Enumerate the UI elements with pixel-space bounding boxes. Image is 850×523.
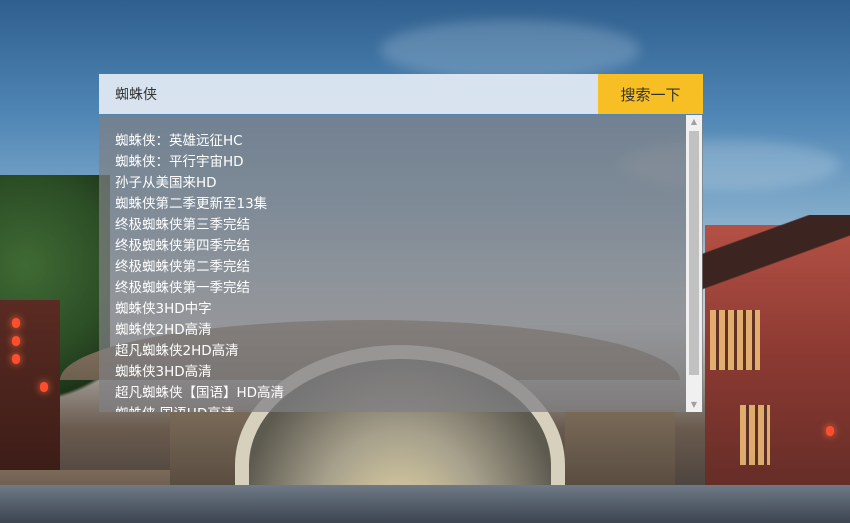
lantern [12, 336, 20, 346]
suggestion-item[interactable]: 蜘蛛侠3HD高清 [115, 362, 703, 383]
search-button[interactable]: 搜索一下 [598, 74, 703, 114]
lantern [826, 426, 834, 436]
suggestion-item[interactable]: 终极蜘蛛侠第二季完结 [115, 257, 703, 278]
lantern [12, 354, 20, 364]
dropdown-scrollbar[interactable]: ▲ ▼ [686, 115, 702, 412]
scrollbar-thumb[interactable] [689, 131, 699, 375]
lantern [12, 318, 20, 328]
scroll-up-icon[interactable]: ▲ [686, 115, 702, 129]
search-bar: 搜索一下 [99, 74, 703, 114]
window [740, 405, 770, 465]
building-left [0, 300, 60, 480]
window [710, 310, 760, 370]
suggestion-item[interactable]: 终极蜘蛛侠第一季完结 [115, 278, 703, 299]
suggestion-item[interactable]: 蜘蛛侠第二季更新至13集 [115, 194, 703, 215]
suggestion-item[interactable]: 蜘蛛侠2HD高清 [115, 320, 703, 341]
lantern [40, 382, 48, 392]
suggestion-item[interactable]: 超凡蜘蛛侠2HD高清 [115, 341, 703, 362]
suggestion-item[interactable]: 孙子从美国来HD [115, 173, 703, 194]
suggestion-list: 蜘蛛侠：英雄远征HC 蜘蛛侠：平行宇宙HD 孙子从美国来HD 蜘蛛侠第二季更新至… [99, 115, 703, 412]
scroll-down-icon[interactable]: ▼ [686, 398, 702, 412]
suggestion-item[interactable]: 蜘蛛侠3HD中字 [115, 299, 703, 320]
cloud [380, 20, 640, 80]
canal-water [0, 485, 850, 523]
suggestion-item[interactable]: 蜘蛛侠：英雄远征HC [115, 131, 703, 152]
roof-right [690, 215, 850, 295]
suggestion-dropdown: 蜘蛛侠：英雄远征HC 蜘蛛侠：平行宇宙HD 孙子从美国来HD 蜘蛛侠第二季更新至… [99, 115, 703, 412]
search-input[interactable] [99, 74, 598, 114]
suggestion-item[interactable]: 蜘蛛侠：平行宇宙HD [115, 152, 703, 173]
suggestion-item[interactable]: 终极蜘蛛侠第三季完结 [115, 215, 703, 236]
suggestion-item[interactable]: 终极蜘蛛侠第四季完结 [115, 236, 703, 257]
suggestion-item[interactable]: 蜘蛛侠 国语HD高清 [115, 404, 703, 412]
suggestion-item[interactable]: 超凡蜘蛛侠【国语】HD高清 [115, 383, 703, 404]
